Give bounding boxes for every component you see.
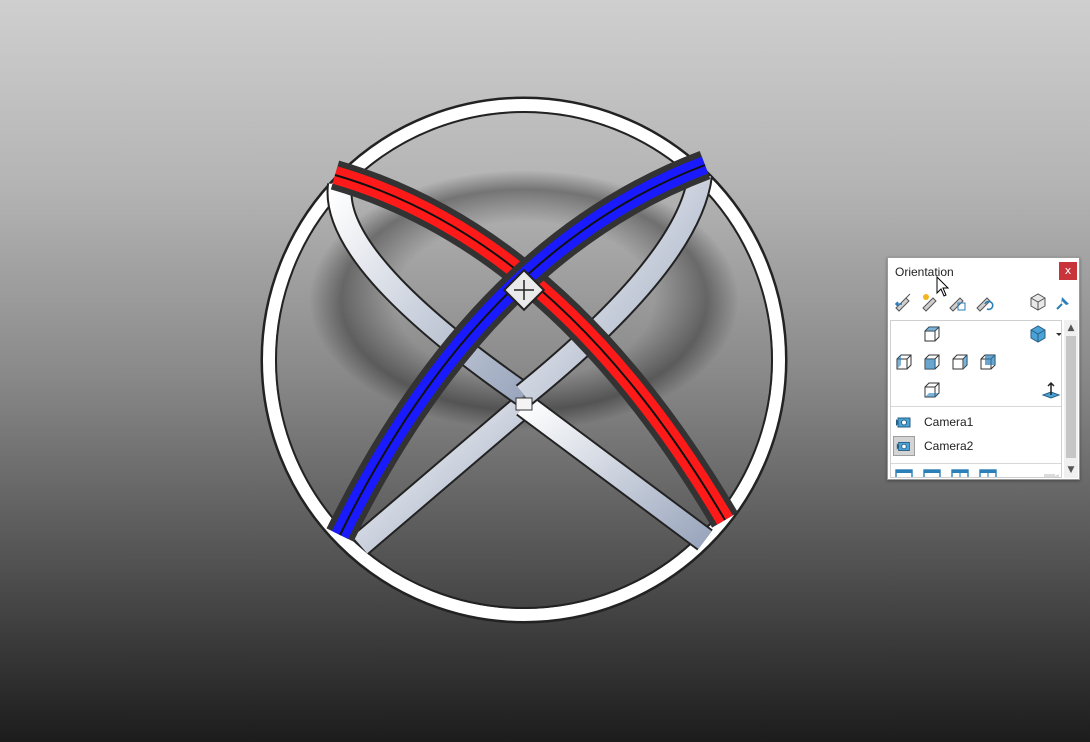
camera-label: Camera1	[924, 415, 974, 429]
pin-icon[interactable]	[1053, 291, 1075, 313]
isometric-view-icon[interactable]	[1028, 324, 1048, 344]
views-divider	[891, 406, 1061, 407]
views-list: Camera1 Camera2	[890, 320, 1062, 478]
camera-icon	[893, 436, 915, 456]
camera-label: Camera2	[924, 439, 974, 453]
bottom-view-icon[interactable]	[922, 380, 942, 400]
right-view-icon[interactable]	[950, 352, 970, 372]
scroll-thumb[interactable]	[1066, 336, 1076, 458]
two-view-vertical-icon[interactable]	[950, 467, 970, 477]
top-view-icon[interactable]	[922, 324, 942, 344]
front-view-icon[interactable]	[922, 352, 942, 372]
new-view-icon[interactable]	[892, 291, 914, 313]
scroll-down-icon[interactable]: ▼	[1064, 463, 1078, 477]
view-selector-icon[interactable]	[1027, 291, 1049, 313]
dialog-toolbar	[888, 288, 1079, 316]
camera-row-2[interactable]: Camera2	[891, 435, 1061, 457]
four-view-icon[interactable]	[978, 467, 998, 477]
cameras-divider	[891, 463, 1061, 464]
link-camera-icon[interactable]	[1041, 467, 1061, 477]
camera-icon	[893, 412, 915, 432]
mouse-cursor-icon	[936, 276, 950, 297]
normal-to-view-icon[interactable]	[1041, 380, 1061, 400]
lower-joint	[515, 397, 533, 411]
dialog-titlebar[interactable]: Orientation x	[888, 258, 1079, 286]
link-views-icon[interactable]	[973, 291, 995, 313]
two-view-horizontal-icon[interactable]	[922, 467, 942, 477]
orientation-dialog[interactable]: Orientation x Camera1 Camera2 ▲ ▼	[887, 257, 1080, 480]
close-button[interactable]: x	[1059, 262, 1077, 280]
chevron-down-icon[interactable]	[1049, 324, 1061, 344]
scroll-up-icon[interactable]: ▲	[1064, 321, 1078, 335]
views-scrollbar[interactable]: ▲ ▼	[1064, 320, 1078, 478]
single-view-icon[interactable]	[894, 467, 914, 477]
camera-row-1[interactable]: Camera1	[891, 411, 1061, 433]
back-view-icon[interactable]	[978, 352, 998, 372]
left-view-icon[interactable]	[894, 352, 914, 372]
